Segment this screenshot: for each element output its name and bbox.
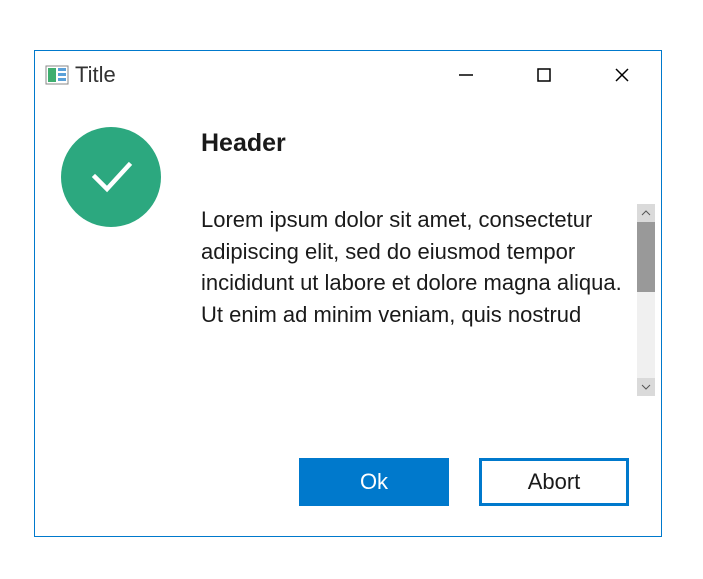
abort-button[interactable]: Abort (479, 458, 629, 506)
maximize-icon (535, 66, 553, 84)
dialog-text-column: Header Lorem ipsum dolor sit amet, conse… (161, 127, 661, 396)
dialog-icon-column (61, 127, 161, 396)
dialog-content: Header Lorem ipsum dolor sit amet, conse… (35, 99, 661, 396)
minimize-icon (457, 66, 475, 84)
chevron-up-icon (641, 210, 651, 216)
scroll-down-button[interactable] (637, 378, 655, 396)
scroll-thumb[interactable] (637, 222, 655, 292)
titlebar: Title (35, 51, 661, 99)
success-icon (61, 127, 161, 227)
scroll-up-button[interactable] (637, 204, 655, 222)
ok-button[interactable]: Ok (299, 458, 449, 506)
minimize-button[interactable] (427, 51, 505, 99)
dialog-button-row: Ok Abort (299, 458, 629, 506)
dialog-body-text: Lorem ipsum dolor sit amet, consectetur … (201, 204, 637, 396)
check-icon (83, 149, 139, 205)
window-icon (43, 63, 71, 87)
dialog-body-scroll: Lorem ipsum dolor sit amet, consectetur … (201, 204, 655, 396)
close-button[interactable] (583, 51, 661, 99)
window-controls (427, 51, 661, 99)
dialog-window: Title (34, 50, 662, 537)
chevron-down-icon (641, 384, 651, 390)
maximize-button[interactable] (505, 51, 583, 99)
close-icon (613, 66, 631, 84)
dialog-header: Header (201, 129, 655, 158)
window-title: Title (75, 62, 427, 88)
scrollbar[interactable] (637, 204, 655, 396)
